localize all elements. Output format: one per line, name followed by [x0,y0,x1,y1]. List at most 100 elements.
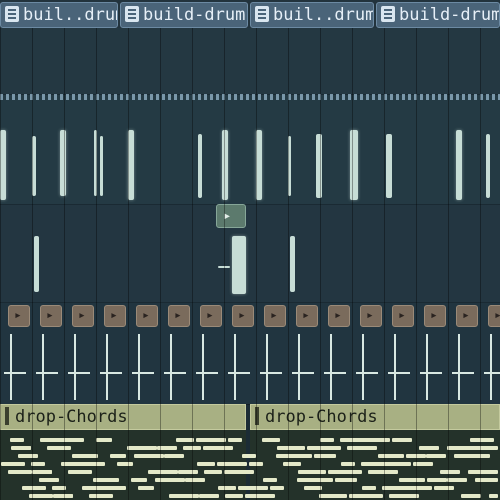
chord-note [68,470,92,474]
chord-note [406,454,426,458]
chord-note [283,462,301,466]
clip-build-drums-3[interactable]: buil..drums [250,2,374,28]
pattern-icon[interactable] [200,305,222,327]
pattern-icon[interactable] [488,305,500,327]
chord-note [447,478,467,482]
clip-drop-chords-2[interactable]: drop-Chords [250,404,500,430]
chord-note [314,454,336,458]
chord-note [157,446,177,450]
chord-note [434,486,454,490]
chord-note [196,438,226,442]
track-lane-2[interactable] [0,94,500,205]
chord-note [134,454,164,458]
track-lane-1[interactable] [0,28,500,94]
kick-marker [362,334,364,400]
kick-marker-tail [356,372,378,374]
clip-build-drums-4[interactable]: build-drums [376,2,500,28]
chord-note [148,470,178,474]
pattern-icon[interactable] [8,305,30,327]
kick-marker [490,334,492,400]
kick-marker-tail [164,372,186,374]
chord-note [392,438,412,442]
chord-note [328,470,350,474]
pattern-icon[interactable] [456,305,478,327]
audio-clip-icon[interactable] [216,204,246,228]
chord-note [225,494,243,498]
chord-note [284,454,312,458]
chord-note [347,446,377,450]
track-lane-3[interactable] [0,204,500,303]
kick-marker [10,334,12,400]
chord-note [178,470,198,474]
kick-marker [202,334,204,400]
clip-build-drums-1[interactable]: buil..drums [0,2,118,28]
chord-note [117,462,133,466]
kick-marker [266,334,268,400]
chord-note [238,486,268,490]
chord-note [304,486,322,490]
pattern-icon[interactable] [360,305,382,327]
audio-hit [100,136,103,196]
chord-note [263,478,277,482]
chord-note [31,462,45,466]
pattern-icon[interactable] [136,305,158,327]
chord-note [155,478,185,482]
chord-note [369,494,383,498]
chord-note [348,470,362,474]
chord-note [169,494,199,498]
pattern-icon[interactable] [264,305,286,327]
kick-marker-tail [484,372,500,374]
chord-note [468,470,498,474]
chord-note [59,494,73,498]
kick-marker-tail [228,372,250,374]
pattern-icon[interactable] [232,305,254,327]
chord-note [364,438,390,442]
clip-label: build-drums [399,5,499,25]
pattern-icon [255,6,269,22]
kick-marker-tail [4,372,26,374]
chord-note [224,470,254,474]
chord-note [440,470,460,474]
chord-note [399,478,425,482]
chord-note [477,446,498,450]
chord-note [29,494,53,498]
pattern-icon[interactable] [424,305,446,327]
chord-note [270,486,284,490]
audio-hit [34,236,39,292]
audio-hit [128,130,134,200]
pattern-icon[interactable] [296,305,318,327]
chord-note [389,494,419,498]
pattern-icon[interactable] [328,305,350,327]
audio-hit [32,136,36,196]
pattern-icon[interactable] [104,305,126,327]
clip-label: drop-Chords [15,407,128,427]
chord-note [341,462,355,466]
clip-build-drums-2[interactable]: build-drums [120,2,248,28]
audio-hit [486,134,490,198]
chord-note [8,470,32,474]
pattern-icon[interactable] [40,305,62,327]
pattern-icon[interactable] [168,305,190,327]
pattern-icon [255,407,259,425]
pattern-icon [5,6,19,22]
pattern-icon[interactable] [392,305,414,327]
chord-note [454,454,490,458]
kick-marker-tail [452,372,474,374]
chord-note [138,486,154,490]
pattern-icon[interactable] [72,305,94,327]
chord-note [249,462,263,466]
chord-note [349,494,371,498]
chord-note [100,486,126,490]
chord-note [319,494,347,498]
audio-hit [0,130,6,200]
kick-marker [170,334,172,400]
chord-note [199,494,219,498]
chord-note [307,446,329,450]
chord-note [362,486,376,490]
pattern-icon [125,6,139,22]
clip-drop-chords-1[interactable]: drop-Chords [0,404,246,430]
kick-marker-tail [388,372,410,374]
chord-note [89,494,113,498]
chord-note [406,486,432,490]
chord-note [10,438,24,442]
